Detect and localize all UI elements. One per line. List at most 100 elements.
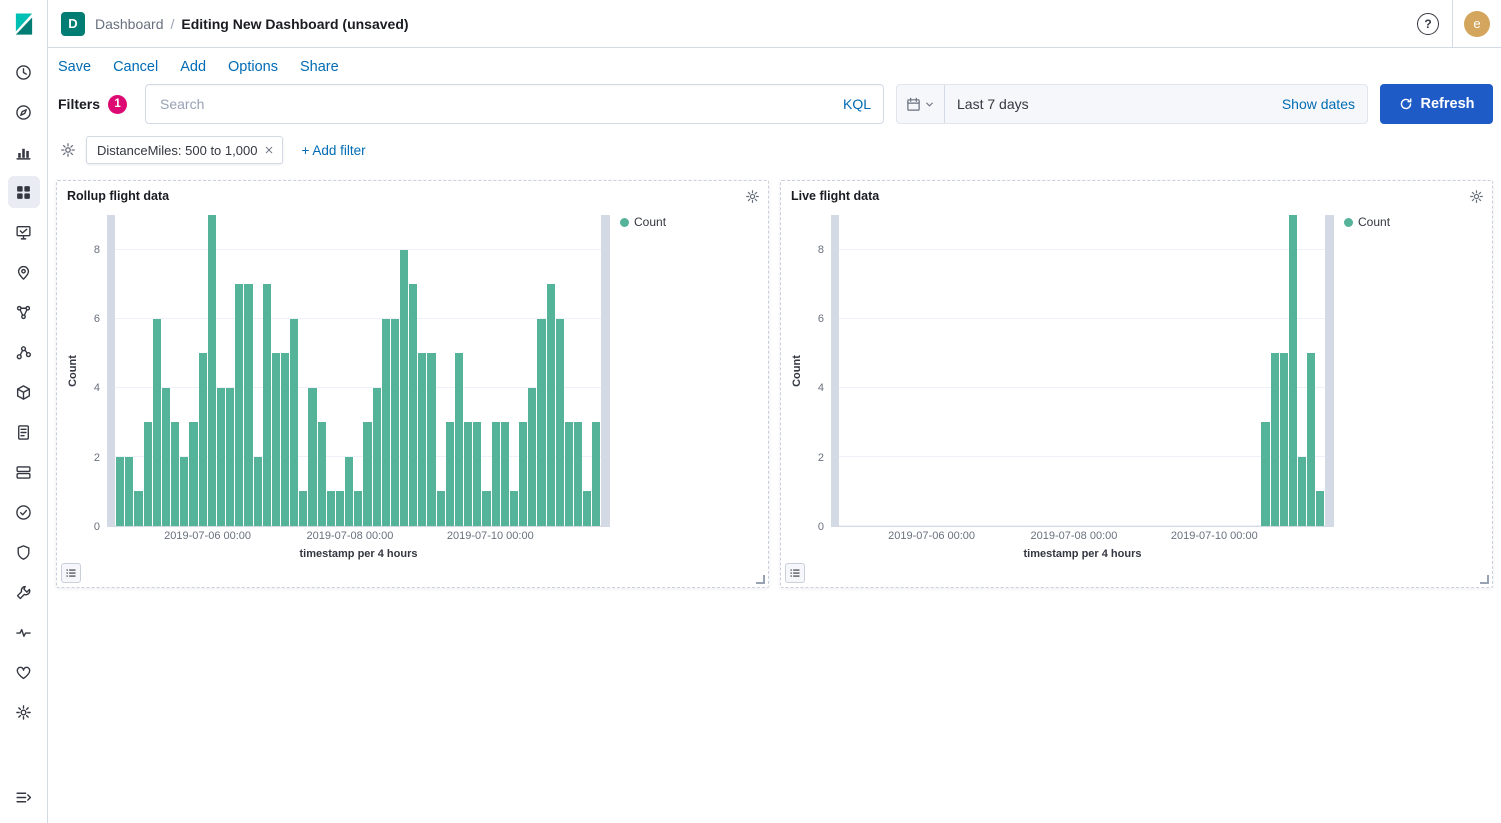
count-bar — [528, 388, 536, 526]
filter-pill-close-icon[interactable] — [264, 145, 274, 155]
canvas-icon — [15, 224, 32, 241]
count-bar — [547, 284, 555, 526]
breadcrumb-dashboard[interactable]: Dashboard — [95, 16, 164, 32]
search-input[interactable] — [158, 95, 835, 113]
app-sidebar — [0, 0, 48, 823]
count-bar — [473, 422, 481, 526]
collapse-menu-icon — [15, 789, 32, 806]
count-bar — [327, 491, 335, 526]
panel-options-gear-icon[interactable] — [745, 189, 760, 204]
x-axis-title: timestamp per 4 hours — [107, 548, 610, 560]
count-bar — [125, 457, 133, 526]
breadcrumb-separator: / — [171, 16, 175, 32]
date-quick-select-button[interactable] — [897, 85, 945, 123]
y-tick-label: 4 — [94, 382, 100, 394]
date-range-value[interactable]: Last 7 days — [945, 96, 1282, 112]
legend: Count — [610, 215, 760, 229]
x-axis-title: timestamp per 4 hours — [831, 548, 1334, 560]
top-header: D Dashboard / Editing New Dashboard (uns… — [48, 0, 1501, 48]
sidebar-item-siem[interactable] — [8, 536, 40, 568]
management-icon — [15, 704, 32, 721]
sidebar-item-visualize[interactable] — [8, 136, 40, 168]
sidebar-item-infrastructure[interactable] — [8, 376, 40, 408]
count-bar — [565, 422, 573, 526]
panel-title[interactable]: Rollup flight data — [65, 189, 169, 203]
panel-rollup-flight-data: Rollup flight data Count 02468 — [56, 180, 769, 588]
legend-toggle-button[interactable] — [61, 563, 81, 583]
query-language-button[interactable]: KQL — [835, 96, 871, 112]
kibana-logo[interactable] — [0, 0, 48, 48]
count-bar — [1307, 353, 1315, 526]
cancel-button[interactable]: Cancel — [113, 59, 158, 75]
count-bar — [437, 491, 445, 526]
count-bar — [254, 457, 262, 526]
recently-viewed-icon — [15, 64, 32, 81]
panel-title[interactable]: Live flight data — [789, 189, 879, 203]
sidebar-item-dev-tools[interactable] — [8, 576, 40, 608]
sidebar-item-apm[interactable] — [8, 456, 40, 488]
filter-options-gear-icon[interactable] — [60, 142, 76, 158]
bar-chart: Count 02468 2019-07-06 00:002019-07-08 0… — [789, 215, 1484, 560]
count-bar — [1261, 422, 1269, 526]
add-filter-button[interactable]: + Add filter — [301, 143, 365, 158]
sidebar-item-graph[interactable] — [8, 336, 40, 368]
save-button[interactable]: Save — [58, 59, 91, 75]
discover-icon — [15, 104, 32, 121]
show-dates-button[interactable]: Show dates — [1282, 96, 1367, 112]
count-bar — [373, 388, 381, 526]
panel-resize-handle[interactable] — [1480, 575, 1489, 584]
sidebar-item-maps[interactable] — [8, 256, 40, 288]
options-button[interactable]: Options — [228, 59, 278, 75]
panel-options-gear-icon[interactable] — [1469, 189, 1484, 204]
count-bar — [354, 491, 362, 526]
date-picker: Last 7 days Show dates — [896, 84, 1368, 124]
filters-label: Filters — [58, 96, 100, 112]
filter-pill-distancemiles[interactable]: DistanceMiles: 500 to 1,000 — [86, 136, 283, 164]
legend-item-count[interactable]: Count — [1344, 215, 1484, 229]
legend-toggle-button[interactable] — [785, 563, 805, 583]
dashboard-icon — [15, 184, 32, 201]
y-axis-title: Count — [67, 355, 79, 387]
x-axis-labels: 2019-07-06 00:002019-07-08 00:002019-07-… — [831, 530, 1334, 546]
count-bar — [263, 284, 271, 526]
user-avatar[interactable]: e — [1464, 11, 1490, 37]
sidebar-item-logs[interactable] — [8, 416, 40, 448]
panel-resize-handle[interactable] — [756, 575, 765, 584]
sidebar-item-uptime[interactable] — [8, 496, 40, 528]
sidebar-item-machine-learning[interactable] — [8, 296, 40, 328]
filters-toggle-button[interactable]: Filters 1 — [56, 95, 133, 114]
sidebar-item-monitoring[interactable] — [8, 616, 40, 648]
add-button[interactable]: Add — [180, 59, 206, 75]
sidebar-item-discover[interactable] — [8, 96, 40, 128]
count-bar — [363, 422, 371, 526]
share-button[interactable]: Share — [300, 59, 339, 75]
count-bar — [244, 284, 252, 526]
machine-learning-icon — [15, 304, 32, 321]
count-bar — [189, 422, 197, 526]
sidebar-item-recently-viewed[interactable] — [8, 56, 40, 88]
uptime-icon — [15, 504, 32, 521]
dashboard-grid: Rollup flight data Count 02468 — [48, 178, 1501, 823]
sidebar-item-dashboard[interactable] — [8, 176, 40, 208]
bar-series — [831, 215, 1334, 526]
sidebar-collapse-button[interactable] — [8, 781, 40, 813]
legend: Count — [1334, 215, 1484, 229]
count-bar — [1280, 353, 1288, 526]
sidebar-nav — [0, 56, 47, 781]
refresh-button[interactable]: Refresh — [1380, 84, 1493, 124]
sidebar-item-stack-monitoring[interactable] — [8, 656, 40, 688]
y-axis-ticks: 02468 — [805, 215, 831, 527]
legend-item-count[interactable]: Count — [620, 215, 760, 229]
dashboard-app-badge: D — [61, 12, 85, 36]
partial-bucket-bar — [831, 215, 839, 526]
y-tick-label: 8 — [94, 244, 100, 256]
sidebar-item-management[interactable] — [8, 696, 40, 728]
y-tick-label: 0 — [94, 521, 100, 533]
count-bar — [226, 388, 234, 526]
graph-icon — [15, 344, 32, 361]
maps-icon — [15, 264, 32, 281]
bar-series — [107, 215, 610, 526]
sidebar-item-canvas[interactable] — [8, 216, 40, 248]
y-tick-label: 8 — [818, 244, 824, 256]
help-icon[interactable]: ? — [1417, 13, 1439, 35]
